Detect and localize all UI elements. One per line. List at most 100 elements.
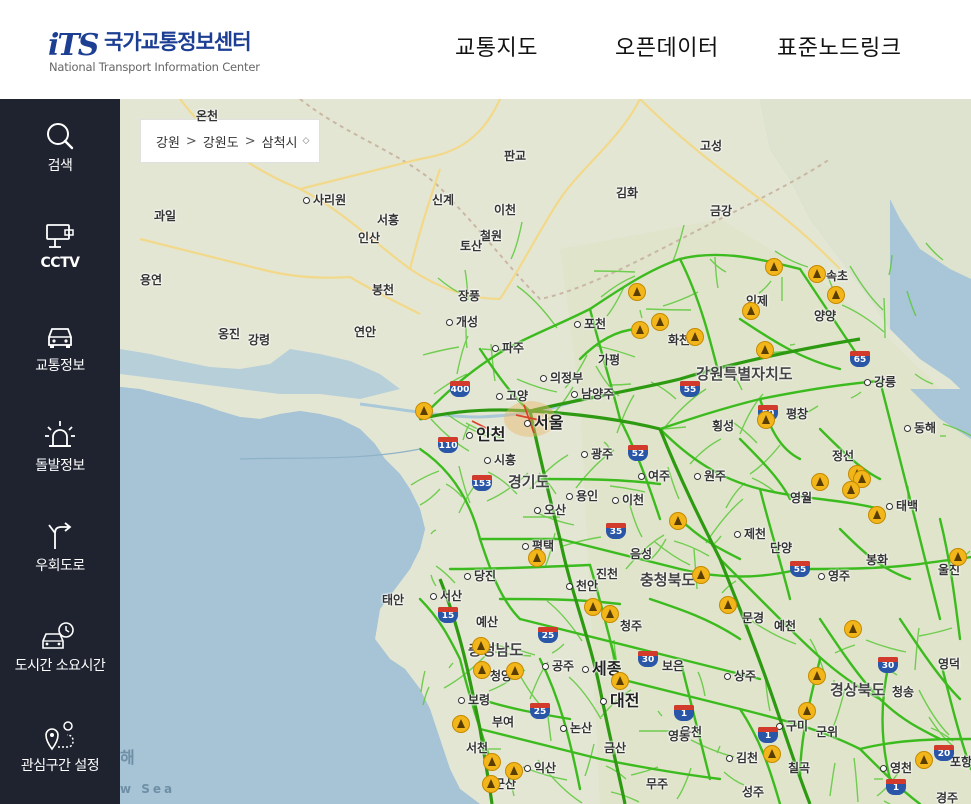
incident-warning-icon[interactable] [669,512,687,530]
incident-warning-icon[interactable] [505,762,523,780]
breadcrumb-level-city[interactable]: 삼척시 [262,132,298,151]
highway-shield-icon: 400 [450,381,470,397]
incident-warning-icon[interactable] [472,637,490,655]
route-pin-icon [45,721,74,751]
place-label: 영천 [880,759,912,776]
place-label: 공주 [542,657,574,674]
nav-traffic-map[interactable]: 교통지도 [455,30,538,66]
sidebar-item-label: 돌발정보 [35,458,85,474]
incident-warning-icon[interactable] [483,753,501,771]
incident-warning-icon[interactable] [452,715,470,733]
place-label: 양양 [814,309,837,323]
incident-warning-icon[interactable] [611,672,629,690]
breadcrumb-level-province[interactable]: 강원 [156,132,180,151]
incident-warning-icon[interactable] [651,313,669,331]
siren-icon [45,421,75,447]
sidebar-item-interest-section[interactable]: 관심구간 설정 [0,699,120,799]
incident-warning-icon[interactable] [757,411,775,429]
place-label: 음성 [630,547,653,561]
place-label: 판교 [504,149,527,163]
place-label: 익산 [524,759,556,776]
incident-warning-icon[interactable] [692,566,710,584]
region-breadcrumb[interactable]: 강원 > 강원도 > 삼척시 ◇ [140,119,320,163]
incident-warning-icon[interactable] [601,605,619,623]
traffic-map[interactable]: 강원 > 강원도 > 삼척시 ◇ 온천 판교 고성 사리원 신계 김화 과일 서흥 이천 금강 인산… [120,99,971,804]
highway-shield-icon: 153 [472,475,492,491]
place-label: 남양주 [571,385,614,402]
incident-warning-icon[interactable] [827,286,845,304]
place-label: 제천 [734,525,766,542]
incident-warning-icon[interactable] [628,283,646,301]
sidebar-item-search[interactable]: 검색 [0,99,120,199]
incident-warning-icon[interactable] [868,506,886,524]
highway-shield-icon: 30 [878,657,898,673]
incident-warning-icon[interactable] [506,662,524,680]
place-label: 용연 [140,273,163,287]
highway-shield-icon: 1 [674,705,694,721]
incident-warning-icon[interactable] [949,548,967,566]
incident-warning-icon[interactable] [719,596,737,614]
nav-open-data[interactable]: 오픈데이터 [615,30,719,66]
place-label: 인천 [466,421,505,445]
breadcrumb-level-region[interactable]: 강원도 [203,132,239,151]
place-label: 포천 [574,315,606,332]
incident-warning-icon[interactable] [415,402,433,420]
incident-warning-icon[interactable] [811,473,829,491]
incident-warning-icon[interactable] [763,745,781,763]
incident-warning-icon[interactable] [844,620,862,638]
incident-warning-icon[interactable] [808,265,826,283]
sidebar-item-label: 관심구간 설정 [20,758,100,774]
place-label: 개성 [446,313,478,330]
incident-warning-icon[interactable] [482,775,500,793]
place-label: 김천 [726,749,758,766]
highway-shield-icon: 30 [638,651,658,667]
sidebar-item-incidents[interactable]: 돌발정보 [0,399,120,499]
place-label: 김화 [616,186,639,200]
place-label: 영주 [818,567,850,584]
incident-warning-icon[interactable] [473,661,491,679]
incident-warning-icon[interactable] [842,481,860,499]
sea-label-korean: 해 [120,748,135,767]
place-label: 강령 [248,333,271,347]
breadcrumb-separator: > [185,133,197,149]
place-label: 신계 [432,193,455,207]
incident-warning-icon[interactable] [756,341,774,359]
place-label: 서흥 [377,213,400,227]
incident-warning-icon[interactable] [686,328,704,346]
place-label: 문경 [742,611,765,625]
sidebar-item-traffic-info[interactable]: 교통정보 [0,299,120,399]
nav-standard-node-link[interactable]: 표준노드링크 [777,30,901,66]
sidebar-item-label: 교통정보 [35,358,85,374]
place-label: 예천 [774,619,797,633]
place-label: 여주 [638,467,670,484]
highway-shield-icon: 110 [438,437,458,453]
place-label: 청송 [892,685,915,699]
place-label: 원주 [694,467,726,484]
place-label: 동해 [904,419,936,436]
highway-shield-icon: 35 [606,523,626,539]
chevron-down-icon[interactable]: ◇ [303,136,310,146]
incident-warning-icon[interactable] [584,598,602,616]
logo-english-name: National Transport Information Center [49,60,260,74]
its-logo[interactable]: iTS 국가교통정보센터 National Transport Informat… [48,26,288,78]
sidebar-item-label: 검색 [47,158,73,174]
incident-warning-icon[interactable] [742,302,760,320]
sidebar-item-cctv[interactable]: CCTV [0,199,120,299]
place-label: 청주 [620,619,643,633]
sidebar-item-intercity-time[interactable]: 도시간 소요시간 [0,599,120,699]
incident-warning-icon[interactable] [798,702,816,720]
incident-warning-icon[interactable] [765,258,783,276]
incident-warning-icon[interactable] [808,667,826,685]
incident-warning-icon[interactable] [528,549,546,567]
place-label: 봉천 [372,283,395,297]
place-label: 광주 [581,445,613,462]
left-sidebar: 검색 CCTV 교통정보 돌발정보 우회도로 도시간 소요시간 관심구간 설정 [0,99,120,804]
sidebar-item-detour[interactable]: 우회도로 [0,499,120,599]
place-label: 영덕 [938,657,961,671]
incident-warning-icon[interactable] [915,751,933,769]
place-label: 태안 [382,593,405,607]
place-label: 의정부 [540,369,583,386]
place-label: 철원 [480,229,503,243]
place-label: 시흥 [484,451,516,468]
incident-warning-icon[interactable] [631,321,649,339]
